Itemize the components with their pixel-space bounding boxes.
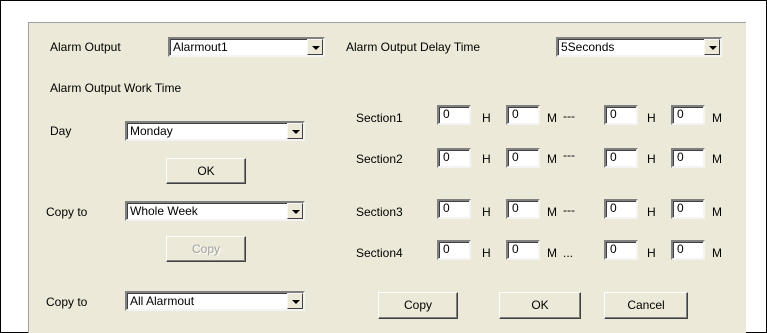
hour-unit-label: H [482,111,491,125]
section2-end-hour-input[interactable]: 0 [604,148,638,168]
minute-unit-label: M [547,111,557,125]
chevron-down-icon[interactable] [704,39,720,55]
copy-to-alarm-label: Copy to [46,295,88,309]
range-separator: ... [563,246,574,260]
section1-end-minute-input[interactable]: 0 [671,105,705,125]
copy-to-alarm-value: All Alarmout [130,294,195,308]
range-separator: --- [563,148,575,162]
minute-unit-label: M [547,152,557,166]
ok-button[interactable]: OK [499,292,581,319]
chevron-down-icon[interactable] [287,293,303,309]
alarm-settings-panel [28,22,746,333]
section3-end-hour-input[interactable]: 0 [604,199,638,219]
copy-to-week-label: Copy to [46,205,88,219]
section2-end-minute-input[interactable]: 0 [671,148,705,168]
copy-week-button[interactable]: Copy [166,236,246,262]
alarm-output-value: Alarmout1 [173,40,228,54]
minute-unit-label: M [712,152,722,166]
day-ok-button[interactable]: OK [166,158,246,184]
range-separator: --- [563,203,575,217]
chevron-down-icon[interactable] [287,203,303,219]
day-select[interactable]: Monday [125,121,305,141]
copy-to-week-value: Whole Week [130,204,198,218]
minute-unit-label: M [547,205,557,219]
section4-label: Section4 [356,246,403,260]
range-separator: --- [563,109,575,123]
cancel-button[interactable]: Cancel [604,292,688,319]
hour-unit-label: H [647,205,656,219]
minute-unit-label: M [547,246,557,260]
section2-label: Section2 [356,152,403,166]
copy-button[interactable]: Copy [378,292,458,319]
hour-unit-label: H [647,152,656,166]
chevron-down-icon[interactable] [287,123,303,139]
hour-unit-label: H [482,246,491,260]
section1-end-hour-input[interactable]: 0 [604,105,638,125]
section4-start-minute-input[interactable]: 0 [506,240,540,260]
minute-unit-label: M [712,246,722,260]
section4-end-minute-input[interactable]: 0 [671,240,705,260]
day-label: Day [50,124,72,138]
section3-start-minute-input[interactable]: 0 [506,199,540,219]
hour-unit-label: H [482,205,491,219]
section1-label: Section1 [356,111,403,125]
section4-end-hour-input[interactable]: 0 [604,240,638,260]
section3-start-hour-input[interactable]: 0 [437,199,471,219]
section3-end-minute-input[interactable]: 0 [671,199,705,219]
section1-start-hour-input[interactable]: 0 [437,105,471,125]
day-value: Monday [130,124,173,138]
hour-unit-label: H [647,246,656,260]
section1-start-minute-input[interactable]: 0 [506,105,540,125]
delay-time-select[interactable]: 5Seconds [556,37,722,57]
copy-to-alarm-select[interactable]: All Alarmout [125,291,305,311]
chevron-down-icon[interactable] [307,39,323,55]
delay-time-label: Alarm Output Delay Time [346,40,481,54]
delay-time-value: 5Seconds [561,40,615,54]
hour-unit-label: H [647,111,656,125]
copy-to-week-select[interactable]: Whole Week [125,201,305,221]
alarm-output-select[interactable]: Alarmout1 [168,37,325,57]
minute-unit-label: M [712,205,722,219]
dialog-frame: Alarm Output Alarmout1 Alarm Output Dela… [0,0,767,333]
hour-unit-label: H [482,152,491,166]
work-time-label: Alarm Output Work Time [50,81,182,95]
section2-start-hour-input[interactable]: 0 [437,148,471,168]
alarm-output-label: Alarm Output [50,40,121,54]
minute-unit-label: M [712,111,722,125]
section4-start-hour-input[interactable]: 0 [437,240,471,260]
section3-label: Section3 [356,205,403,219]
section2-start-minute-input[interactable]: 0 [506,148,540,168]
